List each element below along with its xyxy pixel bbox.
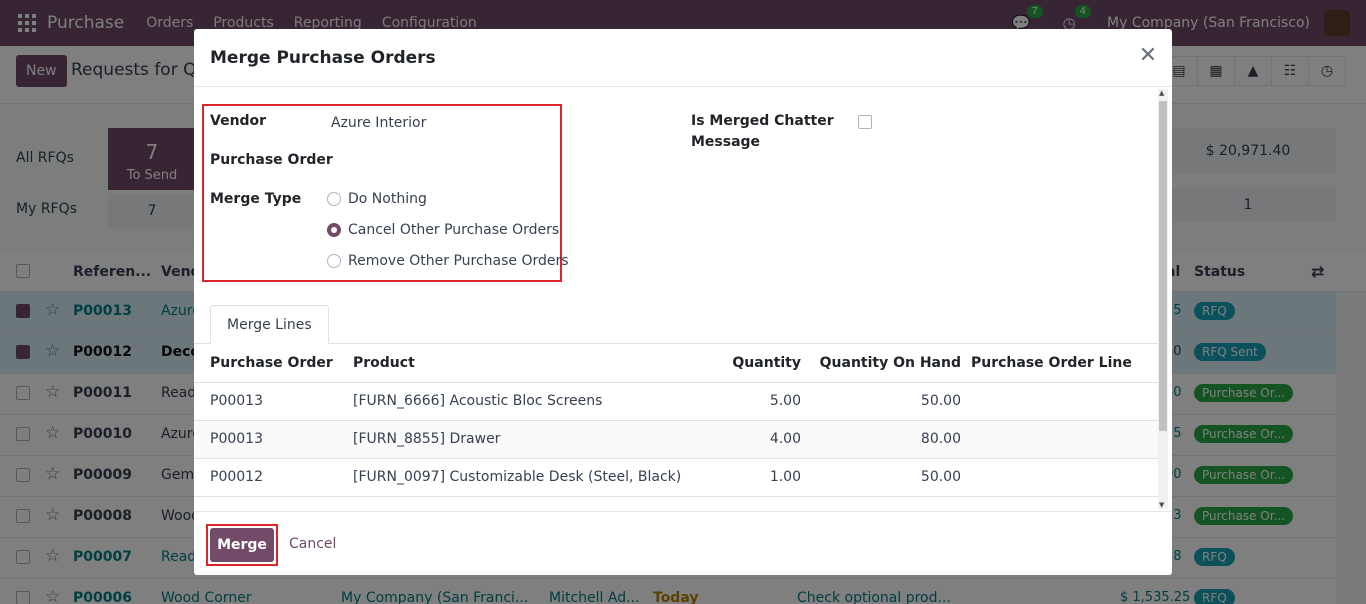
table-row[interactable]: P00012 [FURN_0097] Customizable Desk (St… [194,458,1158,497]
cell-po: P00012 [194,458,353,497]
radio-cancel-other[interactable]: Cancel Other Purchase Orders [327,222,559,238]
cell-quantity: 4.00 [683,420,801,459]
cell-product: [FURN_0097] Customizable Desk (Steel, Bl… [353,458,683,497]
dialog-footer: Merge Cancel [194,511,1172,575]
merge-type-label: Merge Type [210,191,302,207]
col-purchase-order-line[interactable]: Purchase Order Line [961,344,1158,383]
radio-circle[interactable] [327,254,341,268]
merge-lines-table: Purchase Order Product Quantity Quantity… [194,344,1158,497]
chatter-label-line1: Is Merged Chatter [691,113,834,129]
cell-po-line [961,420,1158,459]
radio-label: Do Nothing [348,191,427,207]
cell-on-hand: 50.00 [801,382,961,421]
cell-product: [FURN_8855] Drawer [353,420,683,459]
cell-product: [FURN_6666] Acoustic Bloc Screens [353,382,683,421]
cell-on-hand: 50.00 [801,458,961,497]
close-icon[interactable]: ✕ [1138,45,1158,67]
vendor-field[interactable]: Azure Interior [331,115,426,131]
merge-button[interactable]: Merge [210,528,274,562]
col-product[interactable]: Product [353,344,683,383]
cell-quantity: 5.00 [683,382,801,421]
vendor-label: Vendor [210,113,267,129]
merge-dialog: Merge Purchase Orders ✕ Vendor Azure Int… [194,29,1172,575]
merged-chatter-checkbox[interactable] [858,115,872,129]
cell-on-hand: 80.00 [801,420,961,459]
cell-po: P00013 [194,420,353,459]
table-row[interactable]: P00013 [FURN_8855] Drawer 4.00 80.00 [194,420,1158,459]
scroll-down-icon[interactable]: ▼ [1159,501,1164,509]
scrollbar-thumb[interactable] [1159,101,1167,431]
col-purchase-order[interactable]: Purchase Order [194,344,353,383]
cell-quantity: 1.00 [683,458,801,497]
col-quantity[interactable]: Quantity [683,344,801,383]
cell-po-line [961,458,1158,497]
cancel-button[interactable]: Cancel [289,536,336,552]
dialog-title: Merge Purchase Orders [210,48,436,68]
dialog-header: Merge Purchase Orders ✕ [194,29,1172,87]
cell-po: P00013 [194,382,353,421]
radio-remove-other[interactable]: Remove Other Purchase Orders [327,253,569,269]
chatter-label-line2: Message [691,134,761,150]
col-quantity-on-hand[interactable]: Quantity On Hand [801,344,961,383]
radio-label: Cancel Other Purchase Orders [348,222,560,238]
cell-po-line [961,382,1158,421]
radio-do-nothing[interactable]: Do Nothing [327,191,427,207]
dialog-scrollbar[interactable]: ▲ ▼ [1158,89,1168,509]
dialog-body: Vendor Azure Interior Purchase Order Mer… [194,87,1172,511]
radio-circle[interactable] [327,223,341,237]
scroll-up-icon[interactable]: ▲ [1159,89,1164,97]
table-header-row: Purchase Order Product Quantity Quantity… [194,344,1158,383]
radio-label: Remove Other Purchase Orders [348,253,569,269]
purchase-order-label: Purchase Order [210,152,333,168]
tab-merge-lines[interactable]: Merge Lines [210,305,329,344]
radio-circle[interactable] [327,192,341,206]
table-row[interactable]: P00013 [FURN_6666] Acoustic Bloc Screens… [194,382,1158,421]
